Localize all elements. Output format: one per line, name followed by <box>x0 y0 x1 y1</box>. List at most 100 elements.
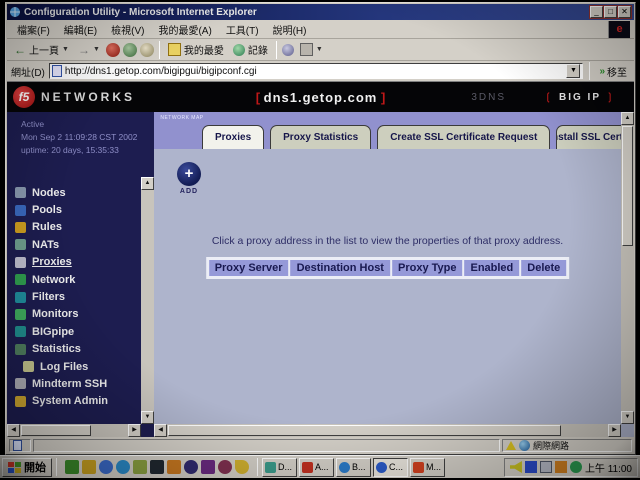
sidebar-vertical-scrollbar[interactable]: ▲ ▼ <box>141 177 154 424</box>
sidebar-item-system-admin[interactable]: System Admin <box>15 393 138 410</box>
proxy-table-header-row: Proxy Server Destination Host Proxy Type… <box>209 260 567 276</box>
column-proxy-type[interactable]: Proxy Type <box>392 260 463 276</box>
scroll-up-icon[interactable]: ▲ <box>141 177 154 190</box>
network-map-button[interactable]: NETWORK MAP <box>160 114 204 121</box>
quick-launch-icon[interactable] <box>184 460 198 474</box>
mail-button[interactable] <box>282 44 294 56</box>
menu-help[interactable]: 說明(H) <box>267 20 313 39</box>
sidebar-item-log-files[interactable]: Log Files <box>15 358 138 375</box>
sidebar-item-nodes[interactable]: Nodes <box>15 184 138 201</box>
quick-launch-icon[interactable] <box>99 460 113 474</box>
maximize-button[interactable]: □ <box>604 6 617 18</box>
back-dropdown-icon[interactable]: ▼ <box>62 46 69 53</box>
forward-button[interactable]: → ▼ <box>75 42 103 58</box>
add-proxy-control[interactable]: + ADD <box>174 162 204 195</box>
main-horizontal-scrollbar[interactable]: ◀ ▶ <box>154 424 621 437</box>
menu-edit[interactable]: 編輯(E) <box>58 20 103 39</box>
add-icon[interactable]: + <box>177 162 201 186</box>
system-tray: 上午 11:00 <box>504 458 638 477</box>
address-dropdown-icon[interactable]: ▼ <box>566 64 580 78</box>
quick-launch-icon[interactable] <box>201 460 215 474</box>
task-button-5[interactable]: M... <box>410 458 445 477</box>
quick-launch-icon[interactable] <box>133 460 147 474</box>
statistics-icon <box>15 344 26 355</box>
back-arrow-icon: ← <box>14 43 26 57</box>
sidebar-item-mindterm-ssh[interactable]: Mindterm SSH <box>15 375 138 392</box>
close-button[interactable]: ✕ <box>618 6 631 18</box>
filters-icon <box>15 292 26 303</box>
scroll-down-icon[interactable]: ▼ <box>141 411 154 424</box>
tray-icon[interactable] <box>555 461 567 473</box>
history-button[interactable]: 記錄 <box>230 41 271 58</box>
favorites-button[interactable]: 我的最愛 <box>165 41 227 58</box>
scrollbar-thumb[interactable] <box>21 425 91 436</box>
print-button[interactable]: ▼ <box>297 42 326 57</box>
back-button[interactable]: ← 上一頁 ▼ <box>11 41 72 58</box>
minimize-button[interactable]: _ <box>590 6 603 18</box>
refresh-button[interactable] <box>123 43 137 57</box>
stop-button[interactable] <box>106 43 120 57</box>
start-button[interactable]: 開始 <box>2 458 52 477</box>
scroll-right-icon[interactable]: ▶ <box>608 424 621 437</box>
quick-launch-icon[interactable] <box>235 460 249 474</box>
tab-proxies[interactable]: Proxies <box>202 125 264 149</box>
sidebar-item-statistics[interactable]: Statistics <box>15 341 138 358</box>
print-dropdown-icon[interactable]: ▼ <box>316 46 323 53</box>
menu-view[interactable]: 檢視(V) <box>105 20 150 39</box>
quick-launch-icon[interactable] <box>82 460 96 474</box>
quick-launch-icon[interactable] <box>116 460 130 474</box>
ie-throbber-logo: e <box>608 21 630 38</box>
quick-launch-icon[interactable] <box>167 460 181 474</box>
menu-favorites[interactable]: 我的最愛(A) <box>152 20 217 39</box>
scroll-down-icon[interactable]: ▼ <box>621 411 634 424</box>
display-icon[interactable] <box>540 461 552 473</box>
scrollbar-thumb[interactable] <box>168 425 561 436</box>
scrollbar-thumb[interactable] <box>622 126 633 246</box>
sidebar-horizontal-scrollbar[interactable]: ◀ ▶ <box>7 424 141 437</box>
sidebar-item-pools[interactable]: Pools <box>15 201 138 218</box>
task-button-1[interactable]: D... <box>262 458 297 477</box>
tray-icon[interactable] <box>570 461 582 473</box>
column-proxy-server[interactable]: Proxy Server <box>209 260 289 276</box>
scroll-up-icon[interactable]: ▲ <box>621 112 634 125</box>
sidebar-item-proxies[interactable]: Proxies <box>15 254 138 271</box>
menu-file[interactable]: 檔案(F) <box>11 20 56 39</box>
sidebar-item-bigpipe[interactable]: BIGpipe <box>15 323 138 340</box>
quick-launch-icon[interactable] <box>218 460 232 474</box>
scroll-right-icon[interactable]: ▶ <box>128 424 141 437</box>
tray-icon[interactable] <box>525 461 537 473</box>
sidebar-item-nats[interactable]: NATs <box>15 236 138 253</box>
go-button[interactable]: » 移至 <box>596 64 630 79</box>
column-delete[interactable]: Delete <box>521 260 566 276</box>
sidebar-item-monitors[interactable]: Monitors <box>15 306 138 323</box>
scroll-left-icon[interactable]: ◀ <box>7 424 20 437</box>
browser-window: Configuration Utility - Microsoft Intern… <box>5 2 636 455</box>
tab-proxy-statistics[interactable]: Proxy Statistics <box>270 125 371 149</box>
sidebar-item-network[interactable]: Network <box>15 271 138 288</box>
column-enabled[interactable]: Enabled <box>464 260 519 276</box>
instruction-text: Click a proxy address in the list to vie… <box>154 235 621 247</box>
scroll-left-icon[interactable]: ◀ <box>154 424 167 437</box>
volume-icon[interactable] <box>510 461 522 473</box>
browser-status-bar: 網際網路 <box>7 437 634 453</box>
task-button-3[interactable]: B... <box>336 458 371 477</box>
address-input[interactable] <box>65 66 567 77</box>
quick-launch-icon[interactable] <box>150 460 164 474</box>
column-destination-host[interactable]: Destination Host <box>291 260 390 276</box>
task-button-4-active[interactable]: C... <box>373 458 408 477</box>
tab-install-ssl-certificate[interactable]: Install SSL Certif <box>556 125 621 149</box>
sidebar-item-filters[interactable]: Filters <box>15 288 138 305</box>
document-icon <box>13 440 22 451</box>
taskbar-separator <box>257 458 258 476</box>
task-button-2[interactable]: A... <box>299 458 334 477</box>
address-field[interactable]: ▼ <box>49 63 584 79</box>
home-button[interactable] <box>140 43 154 57</box>
tab-create-ssl-certificate-request[interactable]: Create SSL Certificate Request <box>377 125 550 149</box>
menu-tools[interactable]: 工具(T) <box>220 20 265 39</box>
forward-dropdown-icon[interactable]: ▼ <box>93 46 100 53</box>
main-vertical-scrollbar[interactable]: ▲ ▼ <box>621 112 634 424</box>
quick-launch-icon[interactable] <box>65 460 79 474</box>
title-bar: Configuration Utility - Microsoft Intern… <box>7 4 634 20</box>
sidebar-item-rules[interactable]: Rules <box>15 219 138 236</box>
toolbar-separator <box>159 41 160 59</box>
